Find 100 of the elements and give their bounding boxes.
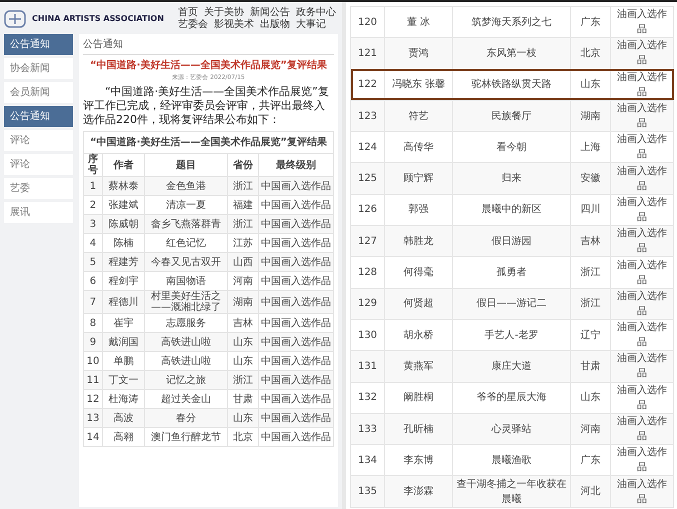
table-cell: 中国画入选作品 [258, 428, 334, 446]
sidebar-item[interactable]: 协会新闻 [4, 58, 73, 79]
table-cell: 122 [350, 69, 384, 100]
table-cell: 11 [83, 370, 102, 390]
table-cell: 121 [350, 38, 384, 70]
table-cell: 中国画入选作品 [258, 332, 334, 352]
table-cell: 浙江 [227, 370, 258, 390]
table-cell: 127 [350, 226, 384, 257]
table-cell: 爷爷的星辰大海 [452, 382, 570, 414]
table-cell: 油画入选作品 [610, 256, 674, 288]
nav-link[interactable]: 政务中心 [296, 7, 336, 19]
table-cell: 冯晓东 张馨 [384, 69, 452, 100]
table-cell: 康庄大道 [452, 350, 570, 382]
table-cell: 心灵驿站 [452, 413, 570, 445]
table-cell: 湖南 [227, 290, 258, 314]
table-cell: 贾鸿 [384, 38, 452, 70]
table-cell: 9 [83, 332, 102, 352]
sidebar-item[interactable]: 评论 [4, 154, 73, 175]
nav-link[interactable]: 艺委会 [178, 19, 208, 31]
table-cell: 中国画入选作品 [258, 408, 334, 428]
table-cell: 129 [350, 288, 384, 320]
nav-link[interactable]: 关于美协 [204, 7, 244, 19]
table-cell: 浙江 [227, 176, 258, 196]
table-cell: 孤勇者 [452, 256, 570, 288]
table-cell: 133 [350, 413, 384, 445]
sidebar-item[interactable]: 艺委 [4, 178, 73, 199]
nav-link[interactable]: 出版物 [260, 19, 290, 31]
table-cell: 中国画入选作品 [258, 214, 334, 234]
table-cell: 油画入选作品 [610, 413, 674, 445]
nav-link[interactable]: 新闻公告 [250, 7, 290, 19]
table-cell: 符艺 [384, 100, 452, 132]
logo-text: CHINA ARTISTS ASSOCIATION [32, 13, 164, 25]
table-cell: 陈威朝 [102, 214, 144, 234]
nav-link[interactable]: 影视美术 [214, 19, 254, 31]
table-cell: 河北 [570, 476, 610, 508]
table-cell: 中国画入选作品 [258, 252, 334, 272]
table-cell: 高波 [102, 408, 144, 428]
table-cell: 畲乡飞燕落群青 [144, 214, 228, 234]
table-cell: 123 [350, 100, 384, 132]
breadcrumb: 公告通知 [82, 37, 334, 55]
article-intro: “中国道路·美好生活——全国美术作品展览”复评工作已完成，经评审委员会评审，共评出最终入选作品220件，现将复评结果公布如下： [82, 85, 330, 127]
table-cell: 东风第一枝 [452, 38, 570, 70]
table-cell: 假日游园 [452, 226, 570, 257]
nav-link[interactable]: 首页 [178, 7, 198, 19]
table-cell: 中国画入选作品 [258, 290, 334, 314]
table-cell: 油画入选作品 [610, 350, 674, 382]
table-cell: 14 [83, 428, 102, 446]
table-cell: 油画入选作品 [610, 382, 674, 414]
table-cell: 北京 [227, 428, 258, 446]
table-cell: 何贤超 [384, 288, 452, 320]
sidebar-title: 公告通知 [4, 34, 73, 55]
table-cell: 假日——游记二 [452, 288, 570, 320]
table-cell: 油画入选作品 [610, 100, 674, 132]
table-cell: 128 [350, 256, 384, 288]
table-cell: 韩胜龙 [384, 226, 452, 257]
table-cell: 油画入选作品 [610, 162, 674, 194]
table-cell: 135 [350, 476, 384, 508]
table-cell: 河南 [570, 413, 610, 445]
table-cell: 安徽 [570, 162, 610, 194]
table-cell: 北京 [570, 38, 610, 70]
table-cell: 丁文一 [102, 370, 144, 390]
sidebar-item[interactable]: 评论 [4, 130, 73, 151]
table-cell: 甘肃 [570, 350, 610, 382]
table-cell: 归来 [452, 162, 570, 194]
table-cell: 125 [350, 162, 384, 194]
table-cell: 湖南 [570, 100, 610, 132]
table-cell: 油画入选作品 [610, 476, 674, 508]
table-cell: 浙江 [570, 288, 610, 320]
table-cell: 油画入选作品 [610, 38, 674, 70]
table-caption: “中国道路·美好生活——全国美术作品展览”复评结果 [83, 132, 334, 154]
table-cell: 程德川 [102, 290, 144, 314]
table-cell: 浙江 [570, 256, 610, 288]
table-cell: 山东 [570, 69, 610, 100]
table-cell: 高铁进山啦 [144, 332, 228, 352]
sidebar-item[interactable]: 公告通知 [4, 106, 73, 127]
table-cell: 春分 [144, 408, 228, 428]
table-cell: 阚胜桐 [384, 382, 452, 414]
table-cell: 民族餐厅 [452, 100, 570, 132]
nav-link[interactable]: 大事记 [296, 19, 326, 31]
table-cell: 吉林 [570, 226, 610, 257]
table-cell: 油画入选作品 [610, 226, 674, 257]
table-cell: 3 [83, 214, 102, 234]
table-cell: 李澎霖 [384, 476, 452, 508]
table-cell: 浙江 [227, 214, 258, 234]
table-cell: 戴润国 [102, 332, 144, 352]
table-cell: 查干湖冬捕之一年收获在晨曦 [452, 476, 570, 508]
table-cell: 131 [350, 350, 384, 382]
table-cell: 13 [83, 408, 102, 428]
sidebar-item[interactable]: 会员新闻 [4, 82, 73, 103]
table-cell: 山东 [227, 332, 258, 352]
table-cell: 1 [83, 176, 102, 196]
table-cell: 132 [350, 382, 384, 414]
sidebar-item[interactable]: 展讯 [4, 202, 73, 223]
table-cell: 油画入选作品 [610, 288, 674, 320]
table-cell: 黄燕军 [384, 350, 452, 382]
table-cell: 山东 [227, 408, 258, 428]
table-cell: 程建芳 [102, 252, 144, 272]
article-title: “中国道路·美好生活——全国美术作品展览”复评结果 [89, 58, 328, 73]
table-cell: 记忆之旅 [144, 370, 228, 390]
table-cell: 高翱 [102, 428, 144, 446]
